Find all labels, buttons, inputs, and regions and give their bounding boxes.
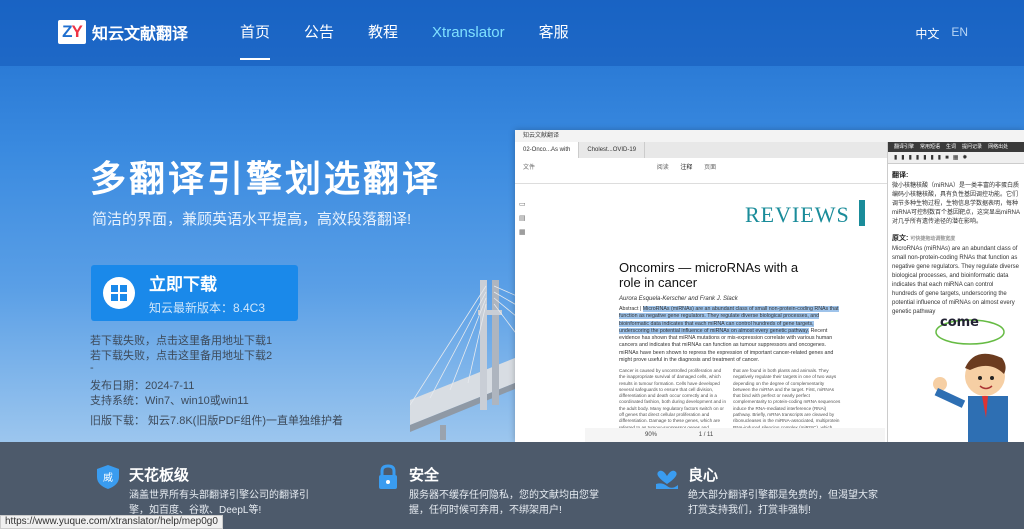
- svg-text:威: 威: [103, 471, 113, 484]
- panel-translation-text: 微小核糖核酸（miRNA）是一类丰富的非蛋白质编码小核糖核酸，具有负性基因调控功…: [892, 183, 1020, 225]
- app-menu-page: 页面: [704, 165, 717, 171]
- panel-original-text: MicroRNAs (miRNAs) are an abundant class…: [892, 246, 1019, 315]
- nav-item-xtranslator[interactable]: Xtranslator: [432, 0, 505, 66]
- app-panel-tools: ▮▮▮▮▮▮▮■▦✹: [888, 152, 1024, 164]
- app-menu-read: 阅读: [656, 165, 669, 171]
- info-dash: -: [90, 362, 94, 374]
- hero-section: ZY 知云文献翻译 首页 公告 教程 Xtranslator 客服 中文 EN …: [0, 0, 1024, 442]
- article-abstract: Abstract | MicroRNAs (miRNAs) are an abu…: [619, 306, 841, 364]
- logo[interactable]: ZY 知云文献翻译: [58, 20, 188, 44]
- feature-ceiling-title: 天花板级: [129, 467, 190, 484]
- feature-security-title: 安全: [409, 467, 440, 484]
- backup-download-link-2[interactable]: 若下载失败，点击这里备用地址下载2: [90, 347, 272, 363]
- hero-headline: 多翻译引擎划选翻译: [90, 158, 442, 199]
- shield-badge-icon: 威: [97, 465, 119, 489]
- feature-ceiling-desc: 涵盖世界所有头部翻译引擎公司的翻译引擎，如百度、谷歌、DeepL等!: [129, 490, 309, 516]
- logo-mark: ZY: [58, 20, 86, 44]
- browser-status-url: https://www.yuque.com/xtranslator/help/m…: [0, 515, 223, 529]
- abstract-label: Abstract |: [619, 306, 643, 312]
- cartoon-speech: come: [940, 315, 979, 330]
- app-menu-annotate: 注释: [680, 165, 693, 171]
- panel-original-hint: 可快捷拖动调整宽度: [910, 236, 956, 242]
- nav-item-home[interactable]: 首页: [240, 0, 271, 66]
- article-title: Oncomirs — microRNAs with a role in canc…: [619, 260, 799, 290]
- app-statusbar: 90% 1 / 11: [585, 428, 885, 442]
- panel-tab-sources: 网络出处: [988, 144, 1009, 150]
- lang-en[interactable]: EN: [951, 25, 968, 42]
- app-left-icons: ▭ ▤ ▦: [519, 201, 526, 236]
- supported-systems: 支持系统：Win7、win10或win11: [90, 395, 249, 407]
- app-window-title: 知云文献翻译: [515, 130, 1024, 142]
- app-menu-file: 文件: [523, 165, 536, 171]
- panel-original-heading: 原文: 可快捷拖动调整宽度: [892, 233, 1024, 243]
- windows-icon: [103, 277, 135, 309]
- app-page-count: 1 / 11: [698, 432, 714, 438]
- feature-conscience-title: 良心: [688, 467, 719, 484]
- panel-tab-engine: 翻译引擎: [894, 144, 915, 150]
- release-date: 发布日期：2024-7-11: [90, 380, 195, 392]
- logo-letter-y: Y: [71, 22, 83, 41]
- app-doc-tab-2: Cholest...OVID-19: [579, 142, 646, 158]
- feature-conscience-desc: 绝大部分翻译引擎都是免费的，但渴望大家打赏支持我们，打赏非强制!: [688, 490, 878, 516]
- panel-tab-words: 生词: [946, 144, 957, 150]
- nav-item-announcements[interactable]: 公告: [304, 0, 334, 66]
- panel-translation-heading: 翻译:: [892, 172, 909, 179]
- logo-text: 知云文献翻译: [92, 26, 189, 43]
- abstract-highlight: MicroRNAs (miRNAs) are an abundant class…: [619, 306, 839, 334]
- journal-bar: [859, 200, 865, 226]
- logo-letter-z: Z: [62, 22, 72, 41]
- language-switcher: 中文 EN: [915, 25, 968, 42]
- nav-item-tutorials[interactable]: 教程: [368, 0, 398, 66]
- nav-menu: 首页 公告 教程 Xtranslator 客服: [240, 0, 603, 66]
- panel-tab-questions: 提问记录: [962, 144, 983, 150]
- download-version: 知云最新版本：8.4C3: [149, 301, 266, 315]
- app-pdf-page: REVIEWS Oncomirs — microRNAs with a role…: [585, 192, 865, 442]
- article-authors: Aurora Esquela-Kerscher and Frank J. Sla…: [619, 296, 738, 302]
- feature-security-desc: 服务器不缓存任何隐私，您的文献均由您掌握，任何时候可弃用，不绑架用户!: [409, 490, 599, 516]
- top-nav: ZY 知云文献翻译 首页 公告 教程 Xtranslator 客服 中文 EN: [0, 0, 1024, 66]
- hand-heart-icon: [656, 470, 678, 489]
- backup-download-link-1[interactable]: 若下载失败，点击这里备用地址下载1: [90, 332, 272, 348]
- lang-zh[interactable]: 中文: [915, 25, 939, 42]
- hero-subtitle: 简洁的界面，兼顾英语水平提高，高效段落翻译!: [92, 211, 412, 228]
- app-doc-tab-1: 02-Onco...As with: [515, 142, 580, 158]
- lock-icon: [379, 464, 397, 489]
- download-title: 立即下载: [149, 275, 217, 294]
- journal-section: REVIEWS: [745, 202, 850, 227]
- old-version-download[interactable]: 旧版下载： 知云7.8K(旧版PDF组件)一直单独维护着: [90, 412, 343, 428]
- panel-original-label: 原文:: [892, 235, 909, 242]
- download-button[interactable]: 立即下载 知云最新版本：8.4C3: [91, 265, 298, 321]
- app-zoom: 90%: [645, 432, 658, 438]
- app-panel-tabs: 翻译引擎 常用短语 生词 提问记录 网络出处: [888, 142, 1024, 152]
- nav-item-support[interactable]: 客服: [539, 0, 569, 66]
- panel-tab-phrases: 常用短语: [920, 144, 941, 150]
- cartoon-mascot: [933, 319, 1008, 442]
